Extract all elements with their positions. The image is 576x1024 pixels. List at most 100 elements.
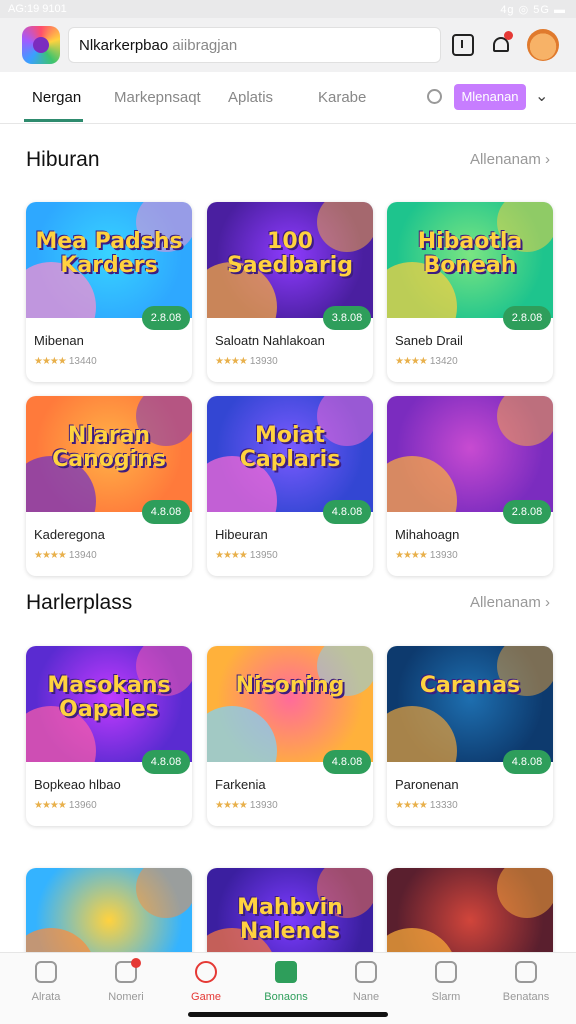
tab-1[interactable]: Markepnsaqt <box>114 89 201 106</box>
nav-item-5[interactable]: Slarm <box>410 961 482 1003</box>
tab-pill-button[interactable]: Mlenanan <box>454 84 526 110</box>
bell-icon[interactable] <box>490 31 513 56</box>
game-thumbnail[interactable] <box>387 396 553 512</box>
game-rating: ★★★★ 13960 <box>34 800 97 811</box>
price-badge[interactable]: 4.8.08 <box>323 750 371 774</box>
game-title: Saloatn Nahlakoan <box>215 333 325 348</box>
nav-label: Bonaons <box>264 991 308 1003</box>
game-title: Bopkeao hlbao <box>34 777 121 792</box>
see-all-link-harlerplass[interactable]: Allenanam › <box>470 594 550 611</box>
explore-icon <box>435 961 457 983</box>
badge-dot <box>131 958 141 968</box>
search-icon[interactable] <box>427 89 442 104</box>
thumbnail-title-art: Moiat Caplaris <box>239 423 341 472</box>
price-badge[interactable]: 4.8.08 <box>323 500 371 524</box>
nav-item-1[interactable]: Nomeri <box>90 958 162 1003</box>
game-title: Mibenan <box>34 333 84 348</box>
nav-item-0[interactable]: Alrata <box>10 961 82 1003</box>
star-rating-icon: ★★★★ <box>34 550 67 561</box>
status-bar: AG:19 9101 4g ◎ 5G ▬ <box>0 0 576 18</box>
rating-count: 13940 <box>68 550 97 561</box>
game-card[interactable]: 2.8.08 Mihahoagn ★★★★ 13930 <box>387 396 553 576</box>
game-thumbnail[interactable]: Mea Padshs Karders <box>26 202 192 318</box>
rating-count: 13420 <box>429 356 458 367</box>
nav-item-3[interactable]: Bonaons <box>250 961 322 1003</box>
thumbnail-title-art: Nisoning <box>235 673 345 698</box>
game-card[interactable]: Nisoning 4.8.08 Farkenia ★★★★ 13930 <box>207 646 373 826</box>
tab-3[interactable]: Karabe <box>318 89 366 106</box>
rating-count: 13330 <box>429 800 458 811</box>
price-badge[interactable]: 2.8.08 <box>503 306 551 330</box>
game-thumbnail[interactable]: Masokans Oapales <box>26 646 192 762</box>
notes-icon <box>115 958 141 983</box>
star-rating-icon: ★★★★ <box>395 800 428 811</box>
rating-count: 13440 <box>68 356 97 367</box>
star-rating-icon: ★★★★ <box>215 356 248 367</box>
game-thumbnail[interactable]: Caranas <box>387 646 553 762</box>
section-title-harlerplass: Harlerplass <box>26 591 133 614</box>
home-indicator <box>188 1012 388 1017</box>
tab-2[interactable]: Aplatis <box>228 89 273 106</box>
game-card[interactable]: Moiat Caplaris 4.8.08 Hibeuran ★★★★ 13950 <box>207 396 373 576</box>
game-title: Farkenia <box>215 777 266 792</box>
nav-item-6[interactable]: Benatans <box>490 961 562 1003</box>
thumbnail-title-art: Caranas <box>419 673 521 698</box>
thumbnail-title-art: Mea Padshs Karders <box>35 229 183 278</box>
see-all-link-hiburan[interactable]: Allenanam › <box>470 151 550 168</box>
price-badge[interactable]: 2.8.08 <box>142 306 190 330</box>
tab-0[interactable]: Nergan <box>32 89 81 106</box>
home-icon <box>35 961 57 983</box>
nav-label: Nane <box>352 991 380 1003</box>
status-icons: 4g ◎ 5G ▬ <box>500 4 566 16</box>
game-thumbnail[interactable]: Hibaotla Boneah <box>387 202 553 318</box>
game-rating: ★★★★ 13930 <box>215 800 278 811</box>
game-card[interactable]: Mea Padshs Karders 2.8.08 Mibenan ★★★★ 13… <box>26 202 192 382</box>
nav-label: Alrata <box>31 991 61 1003</box>
game-title: Saneb Drail <box>395 333 463 348</box>
thumbnail-title-art: Masokans Oapales <box>47 673 171 722</box>
rating-count: 13960 <box>68 800 97 811</box>
game-thumbnail[interactable]: Nisoning <box>207 646 373 762</box>
price-badge[interactable]: 3.8.08 <box>323 306 371 330</box>
app-logo[interactable] <box>22 26 60 64</box>
price-badge[interactable]: 4.8.08 <box>503 750 551 774</box>
star-rating-icon: ★★★★ <box>395 550 428 561</box>
chevron-down-icon[interactable]: ⌄ <box>535 86 548 106</box>
notification-badge <box>504 31 513 40</box>
top-bar: Nlkarkerpbao aiibragjan <box>0 18 576 72</box>
nav-label: Nomeri <box>108 991 144 1003</box>
rating-count: 13930 <box>249 356 278 367</box>
thumbnail-title-art: Mahbvin Nalends <box>237 895 343 944</box>
search-input[interactable]: Nlkarkerpbao aiibragjan <box>68 27 441 63</box>
thumbnail-title-art: Hibaotla Boneah <box>417 229 523 278</box>
star-rating-icon: ★★★★ <box>34 800 67 811</box>
profile-icon <box>515 961 537 983</box>
star-rating-icon: ★★★★ <box>215 550 248 561</box>
game-card[interactable]: Masokans Oapales 4.8.08 Bopkeao hlbao ★★… <box>26 646 192 826</box>
bonus-icon <box>275 961 297 983</box>
price-badge[interactable]: 4.8.08 <box>142 500 190 524</box>
price-badge[interactable]: 2.8.08 <box>503 500 551 524</box>
avatar[interactable] <box>527 29 559 61</box>
search-value: Nlkarkerpbao <box>79 37 169 54</box>
game-rating: ★★★★ 13440 <box>34 356 97 367</box>
game-rating: ★★★★ 13930 <box>215 356 278 367</box>
game-rating: ★★★★ 13940 <box>34 550 97 561</box>
game-thumbnail[interactable]: 100 Saedbarig <box>207 202 373 318</box>
game-thumbnail[interactable]: Moiat Caplaris <box>207 396 373 512</box>
game-card[interactable]: Caranas 4.8.08 Paronenan ★★★★ 13330 <box>387 646 553 826</box>
game-thumbnail[interactable]: Nlaran Canogins <box>26 396 192 512</box>
price-badge[interactable]: 4.8.08 <box>142 750 190 774</box>
nav-item-4[interactable]: Nane <box>330 961 402 1003</box>
clipboard-icon[interactable] <box>452 34 474 56</box>
chat-icon <box>355 961 377 983</box>
rating-count: 13950 <box>249 550 278 561</box>
nav-item-2[interactable]: Game <box>170 961 242 1003</box>
search-placeholder: aiibragjan <box>172 37 238 54</box>
game-rating: ★★★★ 13950 <box>215 550 278 561</box>
star-rating-icon: ★★★★ <box>34 356 67 367</box>
game-rating: ★★★★ 13930 <box>395 550 458 561</box>
game-card[interactable]: Nlaran Canogins 4.8.08 Kaderegona ★★★★ 13… <box>26 396 192 576</box>
game-card[interactable]: Hibaotla Boneah 2.8.08 Saneb Drail ★★★★ 1… <box>387 202 553 382</box>
game-card[interactable]: 100 Saedbarig 3.8.08 Saloatn Nahlakoan ★… <box>207 202 373 382</box>
